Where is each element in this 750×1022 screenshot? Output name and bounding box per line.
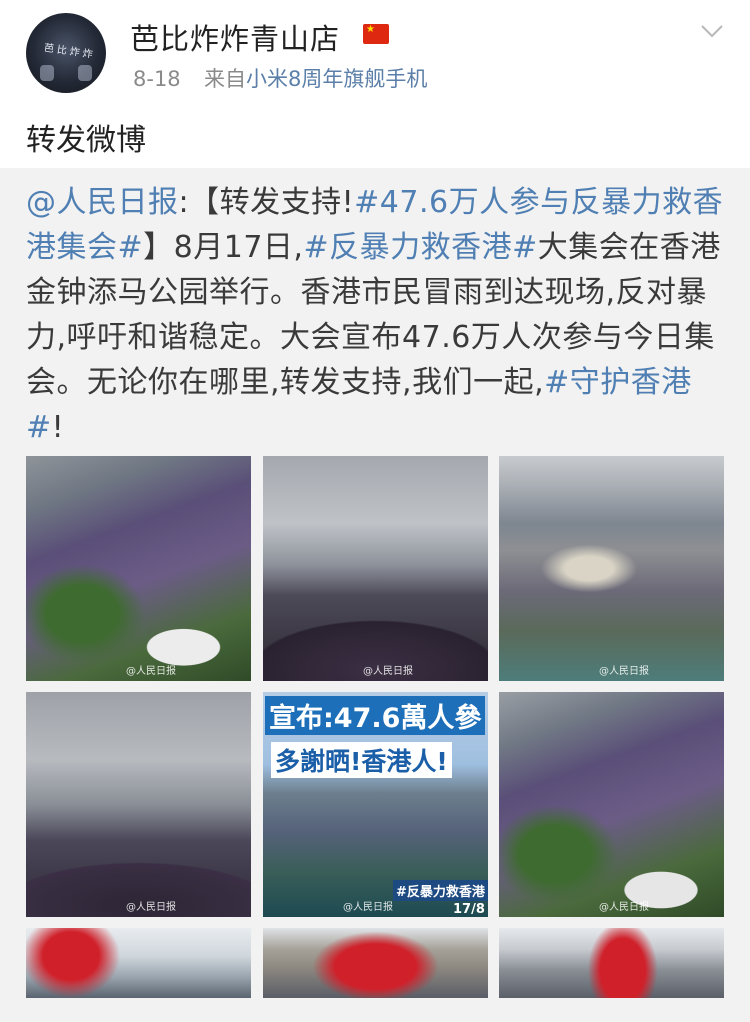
watermark: @人民日报 [126,666,176,677]
avatar-text: 芭比炸炸 [43,42,97,61]
photo-thumbnail[interactable]: @人民日报 [499,456,724,681]
text-segment: 】8月17日, [143,230,304,265]
overlay-date: 17/8 [453,902,485,917]
photo-thumbnail[interactable]: 宣布:47.6萬人參 多謝晒!香港人! #反暴力救香港 17/8 @人民日报 [263,692,488,917]
watermark: @人民日报 [343,902,393,913]
quoted-text: @人民日报:【转发支持!#47.6万人参与反暴力救香港集会#】8月17日,#反暴… [26,180,726,450]
post-date: 8-18 [133,67,181,91]
post-meta: 8-18 来自小米8周年旗舰手机 [133,63,427,93]
overlay-hashtag: #反暴力救香港 [393,880,488,901]
author-name[interactable]: 芭比炸炸青山店 [130,16,340,58]
text-segment: ! [51,410,65,445]
watermark: @人民日报 [126,902,176,913]
from-prefix: 来自 [204,67,247,91]
mention-link[interactable]: @人民日报 [26,185,179,220]
overlay-headline: 宣布:47.6萬人參 [265,696,486,735]
avatar[interactable]: 芭比炸炸 [26,13,106,93]
hashtag-link[interactable]: #反暴力救香港# [303,230,537,265]
photo-thumbnail[interactable] [499,928,724,998]
photo-thumbnail[interactable]: @人民日报 [26,692,251,917]
post-header: 芭比炸炸 芭比炸炸青山店 8-18 来自小米8周年旗舰手机 转发微博 [0,0,750,168]
quoted-post[interactable]: @人民日报:【转发支持!#47.6万人参与反暴力救香港集会#】8月17日,#反暴… [0,168,750,1022]
photo-thumbnail[interactable]: @人民日报 [263,456,488,681]
photo-thumbnail[interactable] [263,928,488,998]
avatar-lamp [78,65,92,81]
chevron-down-icon[interactable] [699,18,725,44]
watermark: @人民日报 [599,666,649,677]
photo-thumbnail[interactable] [26,928,251,998]
photo-thumbnail[interactable]: @人民日报 [499,692,724,917]
china-flag-icon [363,24,389,44]
post-source[interactable]: 小米8周年旗舰手机 [246,67,427,91]
photo-thumbnail[interactable]: @人民日报 [26,456,251,681]
watermark: @人民日报 [363,666,413,677]
text-segment: :【转发支持! [178,185,355,220]
avatar-lamp [40,65,54,81]
watermark: @人民日报 [599,902,649,913]
repost-text: 转发微博 [26,123,146,158]
overlay-subline: 多謝晒!香港人! [271,742,452,778]
